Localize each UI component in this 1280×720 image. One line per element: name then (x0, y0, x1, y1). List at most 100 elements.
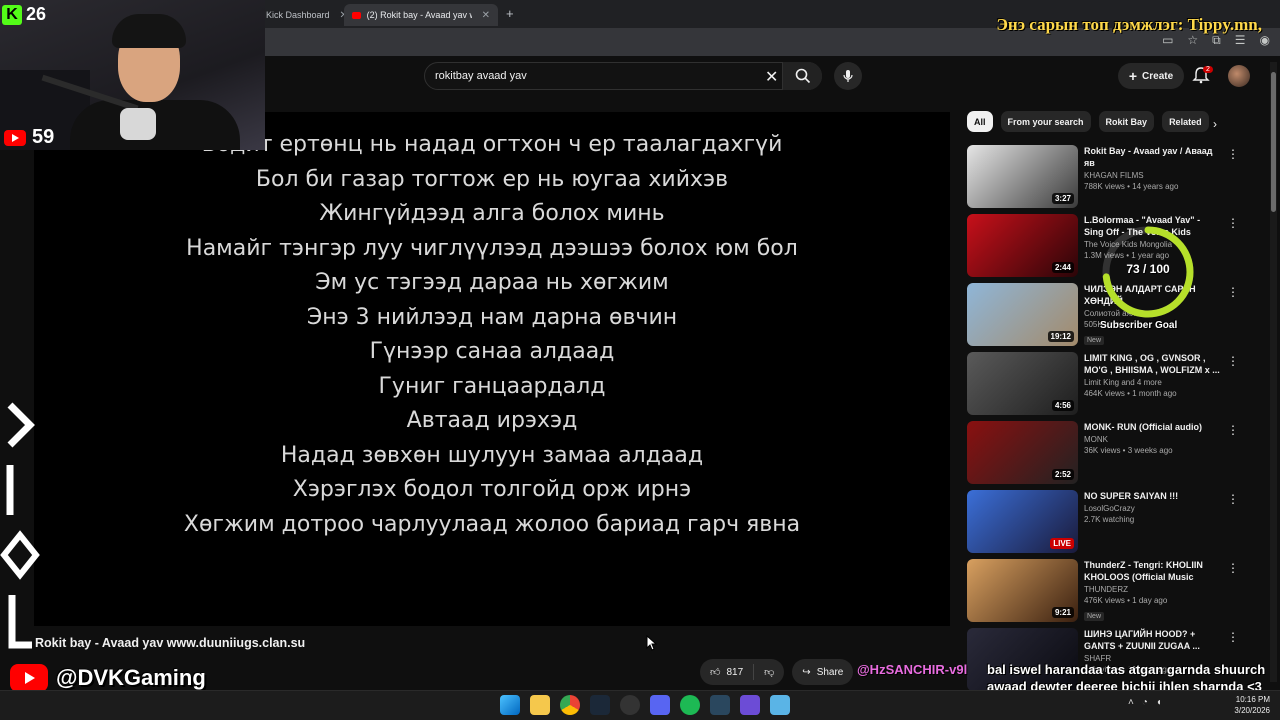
notepad-icon[interactable] (770, 695, 790, 715)
video-title[interactable]: Rokit Bay - Avaad yav / Аваад яв (1084, 145, 1222, 169)
video-title[interactable]: NO SUPER SAIYAN !!! (1084, 490, 1222, 502)
clock-date: 3/20/2026 (1234, 706, 1270, 715)
video-thumbnail[interactable]: 2:44 (967, 214, 1078, 277)
chip-related[interactable]: Related (1162, 111, 1209, 132)
tab-label: Kick Dashboard (266, 10, 330, 20)
recommendation-item[interactable]: 3:27 Rokit Bay - Avaad yav / Аваад яв KHAG… (967, 145, 1247, 209)
video-thumbnail[interactable]: 2:52 (967, 421, 1078, 484)
more-actions-icon[interactable]: ⋮ (1227, 285, 1239, 299)
webcam-overlay: K 26 59 (0, 0, 265, 150)
chip-all[interactable]: All (967, 111, 993, 132)
recommendation-item[interactable]: LIVE NO SUPER SAIYAN !!! LosolGoCrazy 2.7K … (967, 490, 1247, 554)
mouse-cursor-icon (646, 635, 658, 651)
more-actions-icon[interactable]: ⋮ (1227, 147, 1239, 161)
more-actions-icon[interactable]: ⋮ (1227, 492, 1239, 506)
menu-icon[interactable]: ☰ (1235, 33, 1246, 48)
close-tab-icon[interactable]: ✕ (482, 10, 490, 21)
profile-icon[interactable]: ◉ (1260, 33, 1270, 48)
windows-start-icon[interactable] (500, 695, 520, 715)
more-actions-icon[interactable]: ⋮ (1227, 216, 1239, 230)
video-thumbnail[interactable]: 9:21 (967, 559, 1078, 622)
extensions-icon[interactable]: ⧉ (1212, 33, 1221, 48)
more-actions-icon[interactable]: ⋮ (1227, 630, 1239, 644)
live-badge: LIVE (1050, 538, 1074, 549)
top-donor-banner: Энэ сарын топ дэмжлэг: Tippy.mn, (996, 15, 1262, 34)
video-thumbnail[interactable]: 3:27 (967, 145, 1078, 208)
plus-icon: + (1128, 68, 1138, 84)
more-actions-icon[interactable]: ⋮ (1227, 423, 1239, 437)
channel-name[interactable]: MONK (1084, 435, 1222, 444)
recommendation-info: LIMIT KING , OG , GVNSOR , MO'G , BHIISM… (1084, 352, 1222, 398)
chip-rokit-bay[interactable]: Rokit Bay (1098, 111, 1155, 132)
recommendation-item[interactable]: 9:21 ThunderZ - Tengri: KHOLIIN KHOLOOS (… (967, 559, 1247, 623)
video-meta: 464K views • 1 month ago (1084, 389, 1177, 398)
search-button[interactable] (782, 62, 822, 90)
voice-search-button[interactable] (834, 62, 862, 90)
share-icon: ↪ (802, 666, 811, 678)
channel-name[interactable]: KHAGAN FILMS (1084, 171, 1222, 180)
video-title[interactable]: MONK- RUN (Official audio) (1084, 421, 1222, 433)
create-button[interactable]: + Create (1118, 63, 1184, 89)
chrome-icon[interactable] (560, 695, 580, 715)
webcam-person-hair (112, 14, 186, 48)
app-grid-icon[interactable] (740, 695, 760, 715)
subscriber-goal-count: 73 / 100 (1126, 262, 1170, 276)
discord-icon[interactable] (650, 695, 670, 715)
network-icon[interactable]: ◔ (1142, 697, 1148, 708)
duration-badge: 3:27 (1051, 193, 1074, 204)
channel-handle-overlay: @DVKGaming (10, 664, 206, 692)
lyric-line: Жингүйдээд алга болох минь (319, 201, 665, 226)
file-explorer-icon[interactable] (530, 695, 550, 715)
video-thumbnail[interactable]: LIVE (967, 490, 1078, 553)
screen: Kick Dashboard ✕ (2) Rokit bay - Avaad y… (0, 0, 1280, 720)
tray-chevron-icon[interactable]: ˄ (1128, 697, 1134, 708)
obs-icon[interactable] (620, 695, 640, 715)
cast-icon[interactable]: ▭ (1162, 33, 1173, 48)
video-meta: 36K views • 3 weeks ago (1084, 446, 1173, 455)
video-thumbnail[interactable]: 19:12 (967, 283, 1078, 346)
chip-from-your-search[interactable]: From your search (1000, 111, 1091, 132)
search-input[interactable]: rokitbay avaad yav ✕ (424, 62, 822, 90)
steam-alt-icon[interactable] (710, 695, 730, 715)
more-actions-icon[interactable]: ⋮ (1227, 561, 1239, 575)
volume-icon[interactable]: ◖ (1156, 697, 1162, 708)
chevron-right-icon[interactable]: › (1213, 117, 1217, 131)
video-title[interactable]: LIMIT KING , OG , GVNSOR , MO'G , BHIISM… (1084, 352, 1222, 376)
more-actions-icon[interactable]: ⋮ (1227, 354, 1239, 368)
steam-icon[interactable] (590, 695, 610, 715)
new-badge: New (1084, 336, 1105, 345)
scrollbar-thumb[interactable] (1271, 72, 1276, 212)
account-avatar[interactable] (1228, 65, 1250, 87)
video-thumbnail[interactable]: 4:56 (967, 352, 1078, 415)
lyric-line: Бол би газар тогтож ер нь юугаа хийхэв (255, 166, 729, 192)
share-label: Share (816, 666, 844, 678)
kick-follower-badge: K 26 (2, 4, 46, 25)
like-count[interactable]: 817 (726, 667, 743, 678)
video-title[interactable]: ШИНЭ ЦАГИЙН HOOD? + GANTS + ZUUNII ZUGAA… (1084, 628, 1222, 652)
recommendation-item[interactable]: 4:56 LIMIT KING , OG , GVNSOR , MO'G , BH… (967, 352, 1247, 416)
youtube-favicon-icon (352, 11, 361, 19)
video-lyrics: Бодит ертөнц нь надад огтхон ч ер таалаг… (34, 128, 950, 542)
video-title[interactable]: ThunderZ - Tengri: KHOLIIN KHOLOOS (Offi… (1084, 559, 1222, 583)
clear-search-icon[interactable]: ✕ (765, 67, 778, 87)
search-query: rokitbay avaad yav (435, 70, 527, 82)
tab-label: (2) Rokit bay - Avaad yav www (366, 10, 472, 20)
thumbs-down-icon[interactable]: 👎︎ (764, 666, 774, 678)
bookmark-star-icon[interactable]: ☆ (1187, 33, 1198, 48)
channel-name[interactable]: LosolGoCrazy (1084, 504, 1222, 513)
tab-kick-dashboard[interactable]: Kick Dashboard ✕ (258, 4, 356, 26)
kick-follower-count: 26 (26, 4, 47, 24)
tab-youtube[interactable]: (2) Rokit bay - Avaad yav www ✕ (344, 4, 498, 26)
video-meta: 476K views • 1 day ago (1084, 596, 1168, 605)
thumbs-up-icon[interactable]: 👍︎ (710, 666, 720, 678)
channel-name[interactable]: Limit King and 4 more (1084, 378, 1222, 387)
spotify-icon[interactable] (680, 695, 700, 715)
new-tab-button[interactable]: + (506, 6, 514, 21)
microphone-icon (843, 70, 853, 82)
taskbar-clock[interactable]: 10:16 PM 3/20/2026 (1222, 694, 1270, 716)
lyric-line: Гуниг ганцаардалд (378, 373, 606, 399)
lyric-line: Автаад ирэхэд (406, 408, 578, 433)
recommendation-item[interactable]: 2:52 MONK- RUN (Official audio) MONK 36K vi… (967, 421, 1247, 485)
channel-name[interactable]: THUNDERZ (1084, 585, 1222, 594)
share-button[interactable]: ↪ Share (792, 659, 854, 685)
